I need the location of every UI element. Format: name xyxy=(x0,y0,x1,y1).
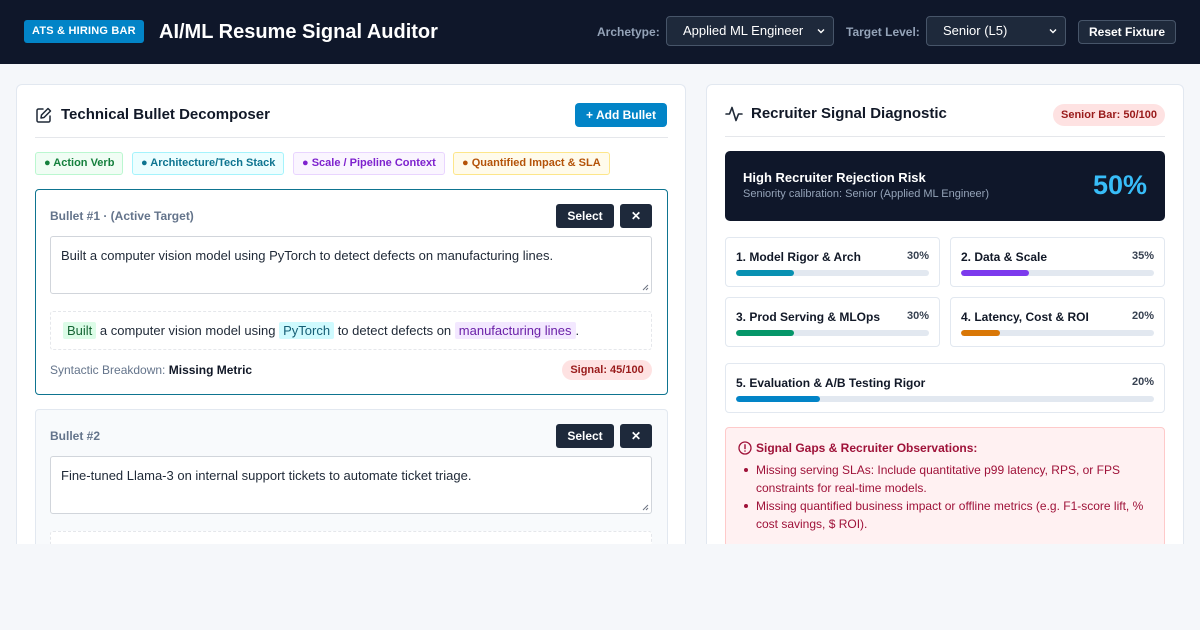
breakdown-label: Syntactic Breakdown: xyxy=(50,363,166,377)
archetype-select[interactable]: Applied ML Engineer xyxy=(666,16,834,46)
level-label: Target Level: xyxy=(846,25,920,39)
bullet-text: Fine-tuned Llama-3 on internal support t… xyxy=(61,468,472,483)
legend-quantified-impact: ● Quantified Impact & SLA xyxy=(453,152,610,175)
bullet-text: Built a computer vision model using PyTo… xyxy=(61,248,554,263)
metric-card: 4. Latency, Cost & ROI 20% xyxy=(950,297,1165,347)
select-button[interactable]: Select xyxy=(556,424,614,448)
archetype-label: Archetype: xyxy=(597,25,660,39)
metric-name: 3. Prod Serving & MLOps xyxy=(736,310,881,324)
metric-card: 5. Evaluation & A/B Testing Rigor 20% xyxy=(725,363,1165,413)
alert-circle-icon xyxy=(738,441,752,455)
resize-grip-icon[interactable] xyxy=(642,284,649,291)
reset-fixture-button[interactable]: Reset Fixture xyxy=(1078,20,1176,44)
metric-name: 2. Data & Scale xyxy=(961,250,1048,264)
segment-text: a computer vision model using xyxy=(96,323,280,338)
legend-scale-context: ● Scale / Pipeline Context xyxy=(293,152,445,175)
activity-icon xyxy=(725,106,743,122)
metric-progress-track xyxy=(961,330,1154,336)
edit-icon xyxy=(36,107,52,123)
bullet-heading: Bullet #2 xyxy=(50,429,101,443)
bullet-decomposition: Built a computer vision model using PyTo… xyxy=(50,311,652,350)
remove-bullet-button[interactable]: ✕ xyxy=(620,204,652,228)
divider xyxy=(35,137,668,138)
signal-diagnostic-panel: Recruiter Signal Diagnostic Senior Bar: … xyxy=(706,84,1184,544)
top-bar: ATS & HIRING BAR AI/ML Resume Signal Aud… xyxy=(0,0,1200,64)
risk-percent: 50% xyxy=(1092,170,1147,200)
segment-tech-stack: PyTorch xyxy=(279,322,335,339)
metric-percent: 35% xyxy=(1131,250,1154,262)
signal-gaps-card: Signal Gaps & Recruiter Observations: Mi… xyxy=(725,427,1165,544)
bullet-card[interactable]: Bullet #2 Select ✕ Fine-tuned Llama-3 on… xyxy=(35,409,668,544)
panel-title: Technical Bullet Decomposer xyxy=(61,106,270,123)
legend-tech-stack: ● Architecture/Tech Stack xyxy=(132,152,285,175)
segment-text: to detect defects on xyxy=(334,323,455,338)
metric-progress-fill xyxy=(736,330,794,336)
resize-grip-icon[interactable] xyxy=(642,504,649,511)
metric-percent: 30% xyxy=(906,310,929,322)
risk-subtitle: Seniority calibration: Senior (Applied M… xyxy=(743,188,989,200)
metric-percent: 20% xyxy=(1131,310,1154,322)
risk-title: High Recruiter Rejection Risk xyxy=(743,170,926,185)
breakdown-value: Missing Metric xyxy=(168,363,253,377)
senior-bar-badge: Senior Bar: 50/100 xyxy=(1053,104,1165,126)
archetype-value: Applied ML Engineer xyxy=(683,23,804,38)
ats-badge: ATS & HIRING BAR xyxy=(24,20,144,43)
level-value: Senior (L5) xyxy=(943,23,1008,38)
divider xyxy=(725,136,1165,137)
bullet-decomposer-panel: Technical Bullet Decomposer + Add Bullet… xyxy=(16,84,686,544)
metric-percent: 20% xyxy=(1131,376,1154,388)
bullet-textarea[interactable]: Built a computer vision model using PyTo… xyxy=(50,236,652,294)
metric-name: 5. Evaluation & A/B Testing Rigor xyxy=(736,376,926,390)
metric-progress-fill xyxy=(961,330,1000,336)
segment-text: . xyxy=(575,323,580,338)
list-item: Missing serving SLAs: Include quantitati… xyxy=(738,461,1158,497)
metric-progress-track xyxy=(736,396,1154,402)
signal-score-badge: Signal: 45/100 xyxy=(562,360,652,380)
metric-card: 2. Data & Scale 35% xyxy=(950,237,1165,287)
metric-card: 3. Prod Serving & MLOps 30% xyxy=(725,297,940,347)
metric-name: 4. Latency, Cost & ROI xyxy=(961,310,1089,324)
syntactic-breakdown: Syntactic Breakdown: Missing Metric xyxy=(50,363,252,377)
chevron-down-icon xyxy=(817,29,825,34)
metric-progress-fill xyxy=(961,270,1029,276)
select-button[interactable]: Select xyxy=(556,204,614,228)
gaps-title: Signal Gaps & Recruiter Observations: xyxy=(756,441,978,455)
list-item: Missing quantified business impact or of… xyxy=(738,497,1158,533)
panel-title: Recruiter Signal Diagnostic xyxy=(751,105,947,122)
bullet-textarea[interactable]: Fine-tuned Llama-3 on internal support t… xyxy=(50,456,652,514)
metric-progress-track xyxy=(736,270,929,276)
metric-progress-fill xyxy=(736,270,794,276)
bullet-card-active[interactable]: Bullet #1 · (Active Target) Select ✕ Bui… xyxy=(35,189,668,395)
gaps-list: Missing serving SLAs: Include quantitati… xyxy=(738,461,1158,533)
bullet-decomposition xyxy=(50,531,652,544)
remove-bullet-button[interactable]: ✕ xyxy=(620,424,652,448)
chevron-down-icon xyxy=(1049,29,1057,34)
metric-progress-track xyxy=(736,330,929,336)
metric-progress-fill xyxy=(736,396,820,402)
metric-card: 1. Model Rigor & Arch 30% xyxy=(725,237,940,287)
segment-action-verb: Built xyxy=(63,322,97,339)
rejection-risk-card: High Recruiter Rejection Risk Seniority … xyxy=(725,151,1165,221)
metric-percent: 30% xyxy=(906,250,929,262)
level-select[interactable]: Senior (L5) xyxy=(926,16,1066,46)
metric-name: 1. Model Rigor & Arch xyxy=(736,250,861,264)
metric-progress-track xyxy=(961,270,1154,276)
bullet-heading: Bullet #1 · (Active Target) xyxy=(50,209,194,223)
app-title: AI/ML Resume Signal Auditor xyxy=(159,21,438,43)
segment-scale-context: manufacturing lines xyxy=(454,322,576,339)
add-bullet-button[interactable]: + Add Bullet xyxy=(575,103,667,127)
legend-action-verb: ● Action Verb xyxy=(35,152,124,175)
